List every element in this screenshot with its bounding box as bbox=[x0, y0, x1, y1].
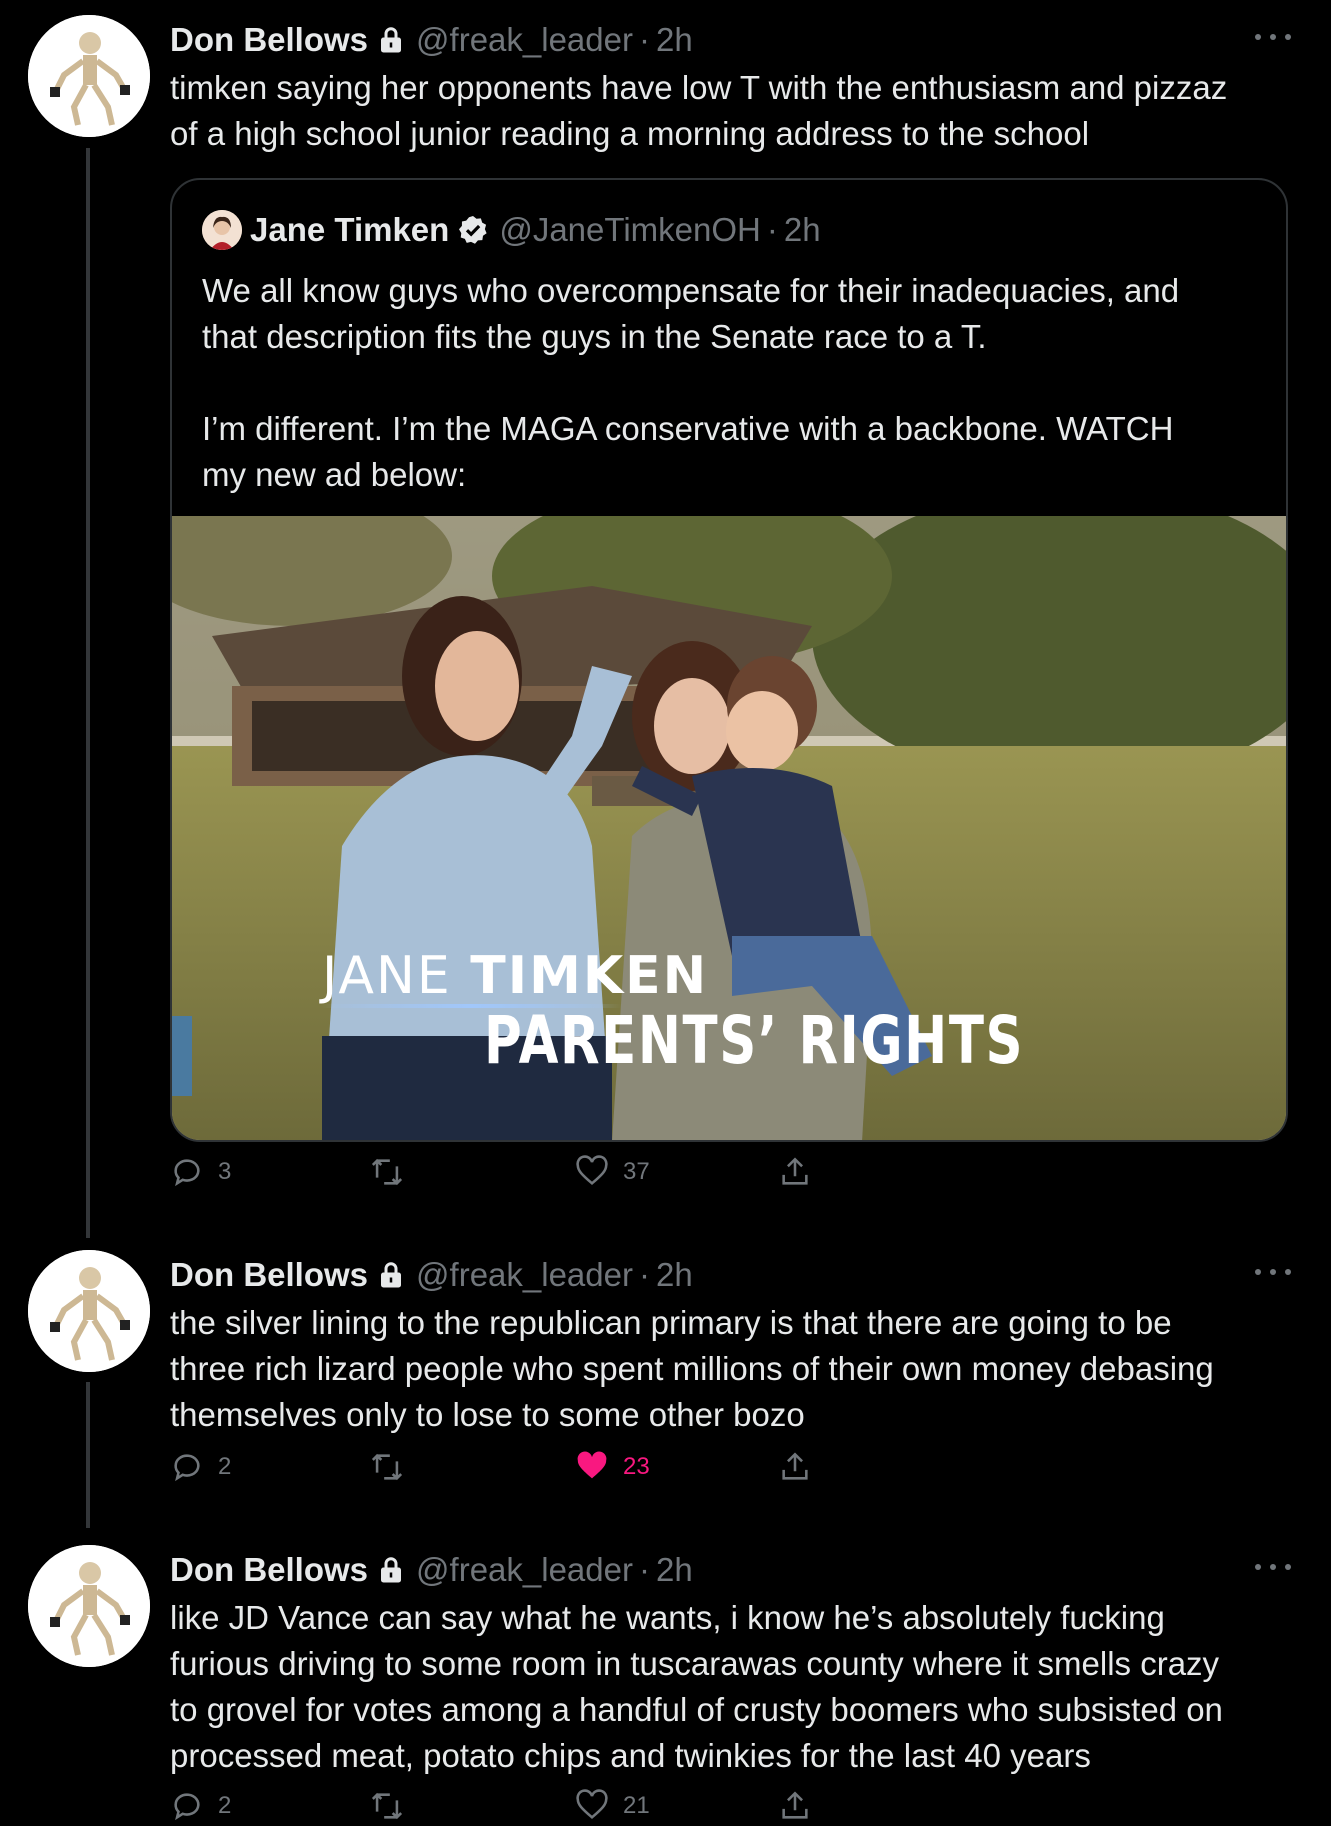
timestamp[interactable]: 2h bbox=[656, 21, 693, 59]
tweet-text-line: timken saying her opponents have low T w… bbox=[170, 69, 1228, 106]
like-button[interactable]: 21 bbox=[575, 1786, 650, 1826]
quoted-media-video[interactable]: JANE TIMKEN PARENTS’ RIGHTS bbox=[172, 516, 1286, 1140]
like-count: 23 bbox=[623, 1453, 650, 1480]
quoted-text-line: that description fits the guys in the Se… bbox=[202, 318, 987, 355]
share-icon bbox=[782, 1452, 808, 1480]
avatar[interactable] bbox=[28, 1250, 150, 1372]
author-name[interactable]: Don Bellows bbox=[170, 1256, 368, 1294]
reply-count: 3 bbox=[218, 1158, 232, 1185]
retweet-button[interactable] bbox=[370, 1152, 418, 1192]
quoted-tweet-text: We all know guys who overcompensate for … bbox=[202, 268, 1262, 498]
skeleton-avatar-image bbox=[28, 1545, 150, 1667]
tweet-header: Don Bellows @freak_leader · 2h bbox=[170, 1550, 693, 1590]
tweet-actions: 2 23 bbox=[170, 1447, 830, 1487]
timestamp[interactable]: 2h bbox=[656, 1551, 693, 1589]
reply-icon bbox=[174, 1159, 200, 1187]
tweet-text-line: to grovel for votes among a handful of c… bbox=[170, 1691, 1223, 1728]
retweet-icon bbox=[371, 1158, 403, 1186]
author-handle[interactable]: @freak_leader bbox=[416, 21, 633, 59]
tweet-text-line: the silver lining to the republican prim… bbox=[170, 1304, 1172, 1341]
like-button[interactable]: 23 bbox=[575, 1447, 650, 1487]
share-icon bbox=[782, 1791, 808, 1819]
quoted-tweet[interactable]: Jane Timken @JaneTimkenOH · 2h We all kn… bbox=[170, 178, 1288, 1142]
timestamp[interactable]: 2h bbox=[656, 1256, 693, 1294]
tweet-text-line: furious driving to some room in tuscaraw… bbox=[170, 1645, 1220, 1682]
heart-icon bbox=[576, 1789, 608, 1820]
author-handle[interactable]: @freak_leader bbox=[416, 1256, 633, 1294]
share-button[interactable] bbox=[778, 1447, 826, 1487]
retweet-button[interactable] bbox=[370, 1447, 418, 1487]
share-button[interactable] bbox=[778, 1152, 826, 1192]
reply-count: 2 bbox=[218, 1792, 232, 1819]
caption-first-name: JANE bbox=[322, 946, 471, 1006]
tweet-actions: 3 37 bbox=[170, 1152, 830, 1192]
skeleton-avatar-image bbox=[28, 15, 150, 137]
tweet-actions: 2 21 bbox=[170, 1786, 830, 1826]
quoted-author-name[interactable]: Jane Timken bbox=[250, 211, 449, 249]
tweet[interactable]: Don Bellows @freak_leader · 2h like JD V… bbox=[0, 1540, 1331, 1821]
tweet-header: Don Bellows @freak_leader · 2h bbox=[170, 1255, 693, 1295]
retweet-icon bbox=[371, 1453, 403, 1481]
more-icon[interactable] bbox=[1255, 1262, 1291, 1282]
avatar[interactable] bbox=[28, 1545, 150, 1667]
like-button[interactable]: 37 bbox=[575, 1152, 650, 1192]
tweet-text: the silver lining to the republican prim… bbox=[170, 1300, 1280, 1438]
author-name[interactable]: Don Bellows bbox=[170, 1551, 368, 1589]
tweet-text-line: of a high school junior reading a mornin… bbox=[170, 115, 1090, 152]
author-name[interactable]: Don Bellows bbox=[170, 21, 368, 59]
quoted-avatar bbox=[202, 210, 242, 250]
quoted-timestamp[interactable]: 2h bbox=[784, 211, 821, 249]
reply-button[interactable]: 2 bbox=[170, 1447, 231, 1487]
separator-dot: · bbox=[638, 21, 650, 58]
like-count: 37 bbox=[623, 1158, 650, 1185]
video-caption-name: JANE TIMKEN bbox=[322, 946, 708, 1006]
heart-icon-filled bbox=[577, 1451, 607, 1479]
heart-icon bbox=[576, 1155, 608, 1186]
quoted-text-line: We all know guys who overcompensate for … bbox=[202, 272, 1180, 309]
video-caption-subtitle: PARENTS’ RIGHTS bbox=[484, 1002, 1025, 1079]
reply-icon bbox=[174, 1454, 200, 1482]
tweet[interactable]: Don Bellows @freak_leader · 2h timken sa… bbox=[0, 10, 1331, 1210]
verified-icon bbox=[459, 216, 487, 244]
retweet-icon bbox=[371, 1792, 403, 1820]
lock-icon bbox=[381, 27, 402, 53]
share-icon bbox=[782, 1157, 808, 1185]
reply-icon bbox=[174, 1793, 200, 1821]
quoted-author-handle[interactable]: @JaneTimkenOH bbox=[499, 211, 761, 249]
tweet-text-line: themselves only to lose to some other bo… bbox=[170, 1396, 805, 1433]
separator-dot: · bbox=[766, 211, 778, 248]
author-handle[interactable]: @freak_leader bbox=[416, 1551, 633, 1589]
tweet[interactable]: Don Bellows @freak_leader · 2h the silve… bbox=[0, 1245, 1331, 1495]
tweet-text-line: like JD Vance can say what he wants, i k… bbox=[170, 1599, 1165, 1636]
avatar[interactable] bbox=[28, 15, 150, 137]
like-count: 21 bbox=[623, 1792, 650, 1819]
reply-button[interactable]: 2 bbox=[170, 1786, 231, 1826]
lock-icon bbox=[381, 1557, 402, 1583]
separator-dot: · bbox=[638, 1256, 650, 1293]
quoted-text-line: I’m different. I’m the MAGA conservative… bbox=[202, 410, 1174, 447]
tweet-header: Don Bellows @freak_leader · 2h bbox=[170, 20, 693, 60]
more-icon[interactable] bbox=[1255, 1557, 1291, 1577]
lock-icon bbox=[381, 1262, 402, 1288]
tweet-text: timken saying her opponents have low T w… bbox=[170, 65, 1280, 157]
separator-dot: · bbox=[638, 1551, 650, 1588]
caption-last-name: TIMKEN bbox=[470, 946, 709, 1006]
tweet-text: like JD Vance can say what he wants, i k… bbox=[170, 1595, 1280, 1779]
share-button[interactable] bbox=[778, 1786, 826, 1826]
quoted-tweet-header: Jane Timken @JaneTimkenOH · 2h bbox=[202, 210, 821, 250]
reply-button[interactable]: 3 bbox=[170, 1152, 231, 1192]
quoted-avatar-image bbox=[202, 210, 242, 250]
retweet-button[interactable] bbox=[370, 1786, 418, 1826]
tweet-text-line: processed meat, potato chips and twinkie… bbox=[170, 1737, 1091, 1774]
reply-count: 2 bbox=[218, 1453, 232, 1480]
skeleton-avatar-image bbox=[28, 1250, 150, 1372]
quoted-text-line: my new ad below: bbox=[202, 456, 467, 493]
tweet-text-line: three rich lizard people who spent milli… bbox=[170, 1350, 1214, 1387]
more-icon[interactable] bbox=[1255, 27, 1291, 47]
